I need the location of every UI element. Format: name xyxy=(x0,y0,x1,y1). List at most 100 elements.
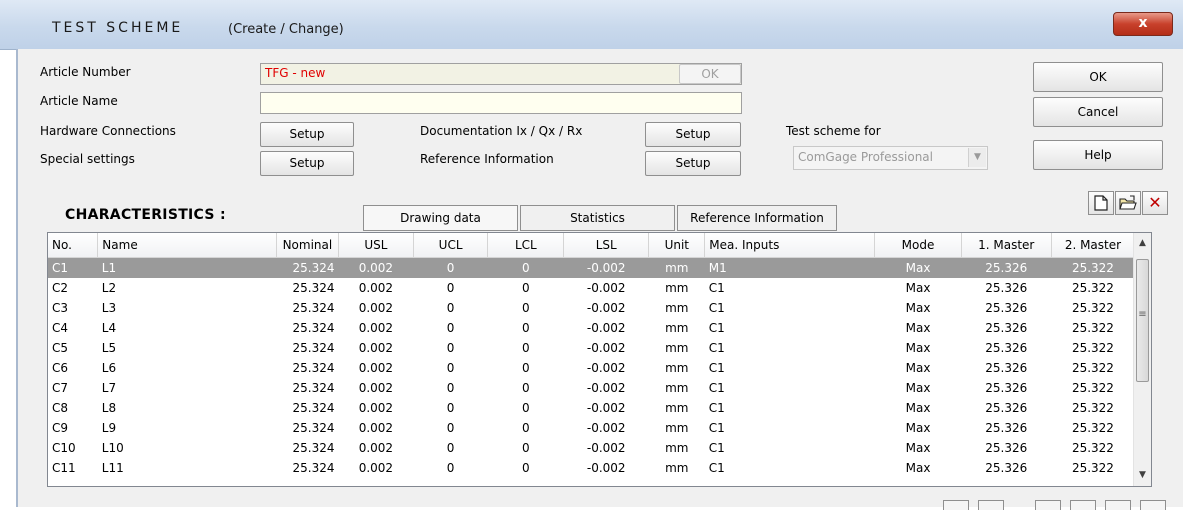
row-lsl-cell[interactable]: -0.002 xyxy=(564,358,649,378)
row-unit-cell[interactable]: mm xyxy=(649,458,705,478)
column-header[interactable]: UCL xyxy=(413,233,489,258)
row-lsl-cell[interactable]: -0.002 xyxy=(564,398,649,418)
column-header[interactable]: Unit xyxy=(648,233,706,258)
table-row[interactable]: C3 L3 25.324 0.002 0 0 -0.002 mm C1 Max 25.326 25.3… xyxy=(48,298,1135,318)
row-ucl-cell[interactable]: 0 xyxy=(413,298,488,318)
row-mode-cell[interactable]: Max xyxy=(875,418,961,438)
row-number-cell[interactable]: C11 xyxy=(48,458,98,478)
row-number-cell[interactable]: C6 xyxy=(48,358,98,378)
reference-setup-button[interactable]: Setup xyxy=(645,151,741,176)
row-master-2-cell[interactable]: 25.322 xyxy=(1051,278,1134,298)
row-name-cell[interactable]: L1 xyxy=(97,257,277,278)
row-nominal-cell[interactable]: 25.324 xyxy=(276,358,338,378)
column-header[interactable]: Name xyxy=(97,233,277,258)
article-number-field[interactable]: TFG - new xyxy=(260,63,742,85)
row-usl-cell[interactable]: 0.002 xyxy=(339,418,414,438)
test-scheme-for-select[interactable]: ComGage Professional ▼ xyxy=(793,146,988,170)
row-nominal-cell[interactable]: 25.324 xyxy=(276,278,338,298)
row-name-cell[interactable]: L3 xyxy=(98,298,276,318)
row-master-2-cell[interactable]: 25.322 xyxy=(1051,298,1134,318)
row-name-cell[interactable]: L4 xyxy=(98,318,276,338)
row-usl-cell[interactable]: 0.002 xyxy=(339,338,414,358)
row-ucl-cell[interactable]: 0 xyxy=(413,257,488,278)
article-name-field[interactable] xyxy=(260,92,742,114)
row-usl-cell[interactable]: 0.002 xyxy=(339,318,414,338)
row-lsl-cell[interactable]: -0.002 xyxy=(564,278,649,298)
row-nominal-cell[interactable]: 25.324 xyxy=(276,458,338,478)
row-unit-cell[interactable]: mm xyxy=(648,257,705,278)
row-master-2-cell[interactable]: 25.322 xyxy=(1051,318,1134,338)
row-ucl-cell[interactable]: 0 xyxy=(413,358,488,378)
row-usl-cell[interactable]: 0.002 xyxy=(339,438,414,458)
article-number-ok-button[interactable]: OK xyxy=(679,64,741,84)
row-nominal-cell[interactable]: 25.324 xyxy=(276,398,338,418)
bottom-button[interactable] xyxy=(1140,500,1166,510)
row-lsl-cell[interactable]: -0.002 xyxy=(564,418,649,438)
row-mode-cell[interactable]: Max xyxy=(874,257,962,278)
row-master-1-cell[interactable]: 25.326 xyxy=(961,358,1051,378)
row-mode-cell[interactable]: Max xyxy=(875,438,961,458)
row-number-cell[interactable]: C3 xyxy=(48,298,98,318)
column-header[interactable]: 1. Master xyxy=(961,233,1052,258)
row-name-cell[interactable]: L2 xyxy=(98,278,276,298)
row-ucl-cell[interactable]: 0 xyxy=(413,278,488,298)
row-lsl-cell[interactable]: -0.002 xyxy=(564,458,649,478)
row-number-cell[interactable]: C10 xyxy=(48,438,98,458)
row-mea-inputs-cell[interactable]: C1 xyxy=(705,398,875,418)
row-lcl-cell[interactable]: 0 xyxy=(488,398,564,418)
table-row[interactable]: C7 L7 25.324 0.002 0 0 -0.002 mm C1 Max 25.326 25.3… xyxy=(48,378,1135,398)
row-mode-cell[interactable]: Max xyxy=(875,378,961,398)
row-name-cell[interactable]: L10 xyxy=(98,438,276,458)
row-usl-cell[interactable]: 0.002 xyxy=(339,278,414,298)
row-master-1-cell[interactable]: 25.326 xyxy=(961,418,1051,438)
row-lsl-cell[interactable]: -0.002 xyxy=(564,318,649,338)
row-unit-cell[interactable]: mm xyxy=(649,358,705,378)
bottom-button[interactable] xyxy=(1035,500,1061,510)
row-unit-cell[interactable]: mm xyxy=(649,378,705,398)
row-mode-cell[interactable]: Max xyxy=(875,358,961,378)
bottom-button[interactable] xyxy=(1070,500,1096,510)
row-name-cell[interactable]: L7 xyxy=(98,378,276,398)
new-document-icon[interactable] xyxy=(1088,191,1114,215)
row-usl-cell[interactable]: 0.002 xyxy=(339,378,414,398)
tab-statistics[interactable]: Statistics xyxy=(520,205,675,231)
characteristics-table[interactable]: No. Name Nominal USL UCL LCL LSL Unit Me… xyxy=(47,232,1152,487)
row-mea-inputs-cell[interactable]: C1 xyxy=(705,378,875,398)
row-number-cell[interactable]: C2 xyxy=(48,278,98,298)
row-mode-cell[interactable]: Max xyxy=(875,278,961,298)
row-nominal-cell[interactable]: 25.324 xyxy=(276,257,339,278)
table-row[interactable]: C6 L6 25.324 0.002 0 0 -0.002 mm C1 Max 25.326 25.3… xyxy=(48,358,1135,378)
row-ucl-cell[interactable]: 0 xyxy=(413,418,488,438)
row-ucl-cell[interactable]: 0 xyxy=(413,378,488,398)
row-lcl-cell[interactable]: 0 xyxy=(488,298,564,318)
row-mea-inputs-cell[interactable]: C1 xyxy=(705,438,875,458)
row-mode-cell[interactable]: Max xyxy=(875,398,961,418)
row-unit-cell[interactable]: mm xyxy=(649,338,705,358)
row-master-1-cell[interactable]: 25.326 xyxy=(961,257,1052,278)
row-lcl-cell[interactable]: 0 xyxy=(488,278,564,298)
cancel-button[interactable]: Cancel xyxy=(1033,97,1163,127)
close-button[interactable]: x xyxy=(1113,12,1173,36)
hardware-setup-button[interactable]: Setup xyxy=(260,122,354,147)
row-unit-cell[interactable]: mm xyxy=(649,398,705,418)
table-row[interactable]: C9 L9 25.324 0.002 0 0 -0.002 mm C1 Max 25.326 25.3… xyxy=(48,418,1135,438)
row-name-cell[interactable]: L11 xyxy=(98,458,276,478)
row-name-cell[interactable]: L6 xyxy=(98,358,276,378)
column-header[interactable]: LSL xyxy=(563,233,650,258)
row-mea-inputs-cell[interactable]: M1 xyxy=(704,257,875,278)
row-mea-inputs-cell[interactable]: C1 xyxy=(705,298,875,318)
bottom-button[interactable] xyxy=(1105,500,1131,510)
column-header[interactable]: 2. Master xyxy=(1051,233,1136,258)
table-row[interactable]: C8 L8 25.324 0.002 0 0 -0.002 mm C1 Max 25.326 25.3… xyxy=(48,398,1135,418)
row-lcl-cell[interactable]: 0 xyxy=(488,378,564,398)
row-nominal-cell[interactable]: 25.324 xyxy=(276,378,338,398)
row-lcl-cell[interactable]: 0 xyxy=(488,358,564,378)
row-mea-inputs-cell[interactable]: C1 xyxy=(705,458,875,478)
row-master-2-cell[interactable]: 25.322 xyxy=(1051,358,1134,378)
row-lsl-cell[interactable]: -0.002 xyxy=(564,438,649,458)
row-master-1-cell[interactable]: 25.326 xyxy=(961,458,1051,478)
row-nominal-cell[interactable]: 25.324 xyxy=(276,438,338,458)
row-lsl-cell[interactable]: -0.002 xyxy=(564,378,649,398)
row-mea-inputs-cell[interactable]: C1 xyxy=(705,418,875,438)
scroll-up-icon[interactable]: ▲ xyxy=(1134,235,1151,252)
